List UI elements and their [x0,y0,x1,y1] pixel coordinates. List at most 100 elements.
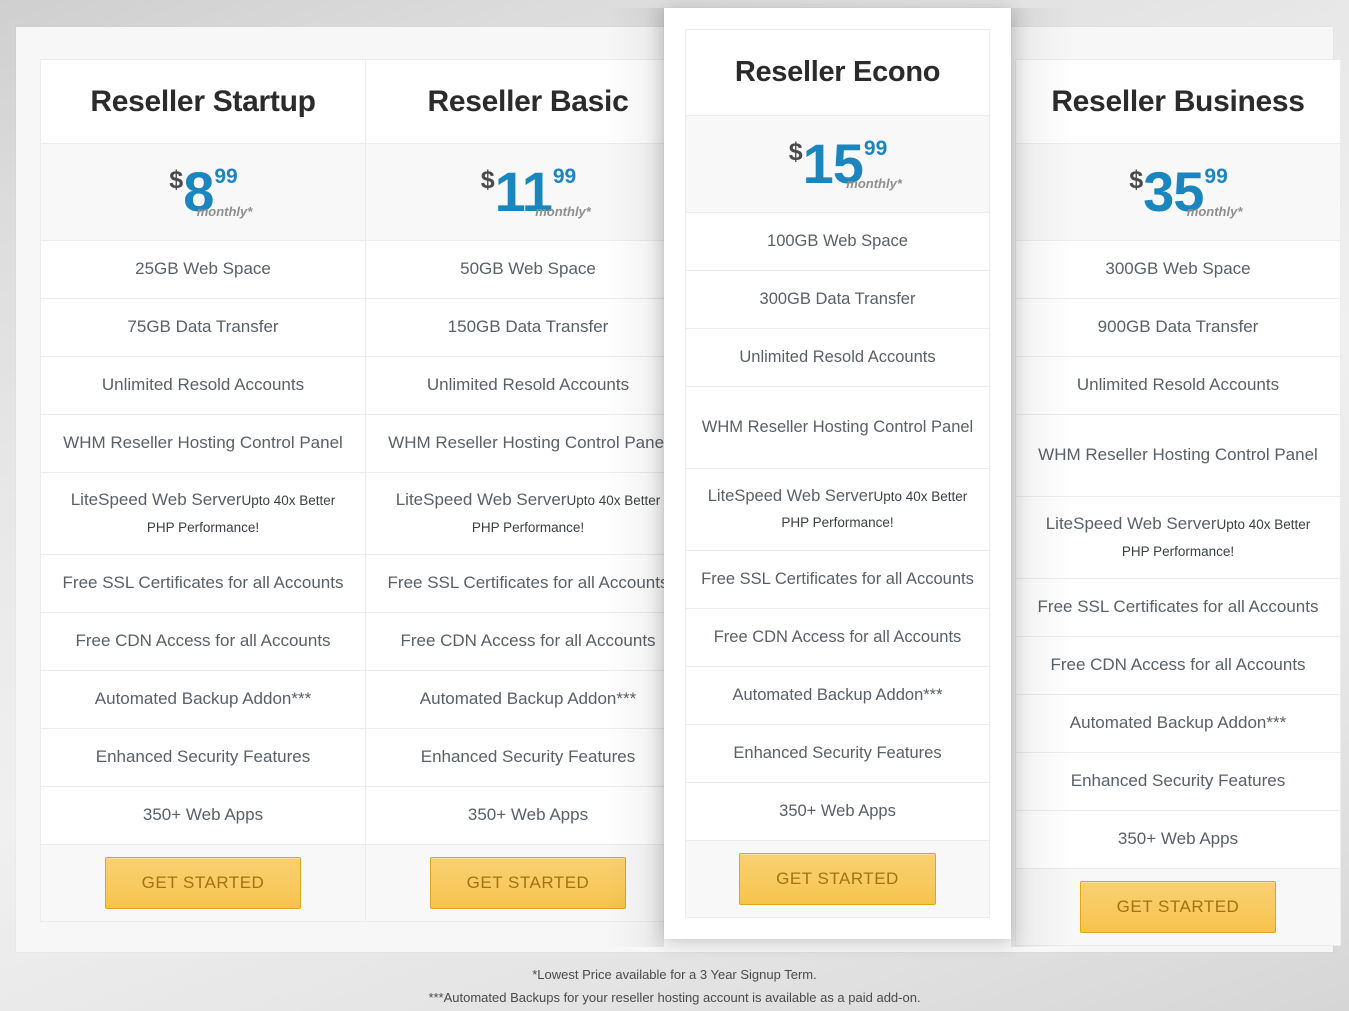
feature-text: LiteSpeed Web ServerUpto 40x Better PHP … [1030,511,1326,564]
feature-text: Free SSL Certificates for all Accounts [701,569,974,588]
feature-row: 100GB Web Space [686,213,989,271]
plan-cta-row: GET STARTED [41,845,365,921]
feature-text: Unlimited Resold Accounts [101,375,305,395]
feature-text: Free CDN Access for all Accounts [400,631,656,651]
feature-row: 75GB Data Transfer [41,299,365,357]
price-currency: $ [788,138,803,166]
feature-row: 300GB Data Transfer [686,271,989,329]
feature-text: 350+ Web Apps [142,805,264,825]
feature-row: Free CDN Access for all Accounts [41,613,365,671]
get-started-button[interactable]: GET STARTED [1079,881,1277,933]
feature-row: Unlimited Resold Accounts [41,357,365,415]
feature-text: Unlimited Resold Accounts [1076,375,1280,395]
plan-header: Reseller Startup [41,60,365,144]
feature-text: 75GB Data Transfer [127,317,279,337]
plan-price: $1599 monthly* [788,136,902,192]
feature-text: Enhanced Security Features [733,743,942,762]
feature-text: LiteSpeed Web ServerUpto 40x Better PHP … [700,484,975,535]
feature-row: Automated Backup Addon*** [1016,695,1340,753]
plan-price: $1199 monthly* [481,164,591,220]
feature-row: 350+ Web Apps [1016,811,1340,869]
feature-text: 300GB Web Space [1105,259,1251,279]
price-cents: 99 [214,165,238,188]
feature-row: LiteSpeed Web ServerUpto 40x Better PHP … [366,473,690,555]
feature-row: Free SSL Certificates for all Accounts [1016,579,1340,637]
featured-card-inner: Reseller Econo $1599 monthly* 100GB Web … [685,29,990,918]
footnote-lowest-price: *Lowest Price available for a 3 Year Sig… [532,967,817,982]
get-started-button[interactable]: GET STARTED [429,857,627,909]
feature-row: 350+ Web Apps [41,787,365,845]
feature-text: Automated Backup Addon*** [419,689,637,709]
feature-text: LiteSpeed Web ServerUpto 40x Better PHP … [55,487,351,540]
feature-row: Enhanced Security Features [41,729,365,787]
feature-main: LiteSpeed Web Server [70,490,242,510]
feature-text: 350+ Web Apps [779,801,896,820]
feature-row: Automated Backup Addon*** [41,671,365,729]
plan-title: Reseller Startup [90,85,316,118]
price-currency: $ [169,166,184,194]
feature-text: 900GB Data Transfer [1097,317,1259,337]
feature-text: 300GB Data Transfer [759,289,916,308]
plan-header: Reseller Econo [686,30,989,116]
feature-row: Enhanced Security Features [366,729,690,787]
plan-title: Reseller Business [1051,85,1305,118]
plan-price-row: $899 monthly* [41,144,365,241]
plan-column-reseller-basic: Reseller Basic $1199 monthly* 50GB Web S… [365,59,690,922]
plan-column-reseller-business: Reseller Business $3599 monthly* 300GB W… [1015,59,1341,946]
feature-row: LiteSpeed Web ServerUpto 40x Better PHP … [686,469,989,551]
feature-row: WHM Reseller Hosting Control Panel [1016,415,1340,497]
feature-text: 350+ Web Apps [467,805,589,825]
feature-row: 350+ Web Apps [686,783,989,841]
feature-text: Unlimited Resold Accounts [739,347,936,366]
feature-text: 150GB Data Transfer [447,317,609,337]
feature-row: LiteSpeed Web ServerUpto 40x Better PHP … [1016,497,1340,579]
feature-text: 100GB Web Space [767,231,908,250]
plan-price-row: $1599 monthly* [686,116,989,213]
feature-row: Free SSL Certificates for all Accounts [366,555,690,613]
feature-row: 150GB Data Transfer [366,299,690,357]
feature-row: 50GB Web Space [366,241,690,299]
feature-row: Unlimited Resold Accounts [366,357,690,415]
feature-row: Free SSL Certificates for all Accounts [686,551,989,609]
feature-text: Free CDN Access for all Accounts [1050,655,1306,675]
feature-row: 300GB Web Space [1016,241,1340,299]
plan-price-row: $3599 monthly* [1016,144,1340,241]
feature-row: WHM Reseller Hosting Control Panel [366,415,690,473]
feature-text: WHM Reseller Hosting Control Panel [388,433,668,453]
feature-row: 900GB Data Transfer [1016,299,1340,357]
footnote-automated-backups: ***Automated Backups for your reseller h… [428,989,921,1005]
plan-cta-row: GET STARTED [686,841,989,917]
plan-header: Reseller Basic [366,60,690,144]
plan-price: $899 monthly* [169,164,252,220]
feature-text: 50GB Web Space [460,259,596,279]
feature-row: 25GB Web Space [41,241,365,299]
get-started-button[interactable]: GET STARTED [104,857,302,909]
feature-text: 25GB Web Space [135,259,271,279]
feature-text: Automated Backup Addon*** [732,685,943,704]
feature-row: WHM Reseller Hosting Control Panel [41,415,365,473]
feature-text: WHM Reseller Hosting Control Panel [63,433,343,453]
plan-price: $3599 monthly* [1129,164,1242,220]
plan-title: Reseller Basic [427,85,629,118]
feature-text: WHM Reseller Hosting Control Panel [1038,445,1318,465]
feature-text: Automated Backup Addon*** [94,689,312,709]
get-started-button[interactable]: GET STARTED [739,853,936,905]
price-cents: 99 [1204,165,1228,188]
plan-cta-row: GET STARTED [366,845,690,921]
plan-column-reseller-econo-featured: Reseller Econo $1599 monthly* 100GB Web … [664,8,1011,939]
feature-text: Unlimited Resold Accounts [426,375,630,395]
feature-text: Free CDN Access for all Accounts [713,627,962,646]
feature-row: Unlimited Resold Accounts [1016,357,1340,415]
price-currency: $ [1129,166,1144,194]
price-period: monthly* [846,176,902,191]
price-period: monthly* [535,204,591,219]
plan-price-row: $1199 monthly* [366,144,690,241]
feature-main: LiteSpeed Web Server [707,486,874,505]
feature-row: Automated Backup Addon*** [686,667,989,725]
feature-row: Automated Backup Addon*** [366,671,690,729]
feature-row: Free SSL Certificates for all Accounts [41,555,365,613]
feature-row: Free CDN Access for all Accounts [366,613,690,671]
feature-row: Free CDN Access for all Accounts [1016,637,1340,695]
plan-header: Reseller Business [1016,60,1340,144]
plan-column-reseller-startup: Reseller Startup $899 monthly* 25GB Web … [40,59,365,922]
